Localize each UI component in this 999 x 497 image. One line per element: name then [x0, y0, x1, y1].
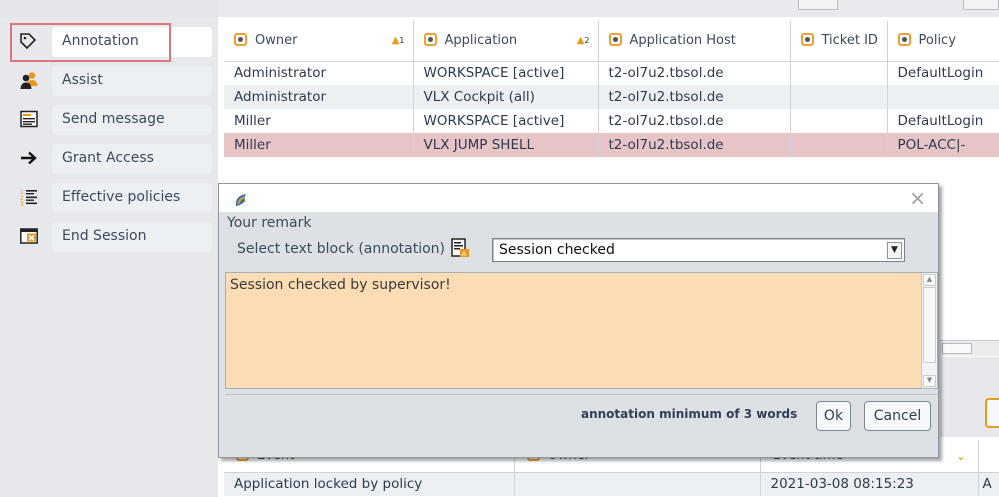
cell-host: t2-ol7u2.tbsol.de	[598, 109, 791, 133]
cell-owner: Miller	[224, 109, 414, 133]
arrow-right-icon	[10, 141, 48, 177]
cell-owner: Administrator	[224, 61, 414, 85]
background-hscrollbar[interactable]	[940, 340, 999, 356]
table-row[interactable]: Administrator VLX Cockpit (all) t2-ol7u2…	[224, 85, 999, 109]
radio-icon	[608, 33, 622, 47]
users-icon	[10, 63, 48, 99]
column-header-application-host[interactable]: Application Host	[598, 21, 791, 62]
table-row[interactable]: Application locked by policy 2021-03-08 …	[224, 472, 999, 496]
action-end-session[interactable]: End Session	[10, 219, 215, 255]
toolbar-button-fragment-2[interactable]	[963, 0, 999, 10]
annotation-highlight-box	[10, 23, 171, 62]
action-effective-policies-label: Effective policies	[52, 183, 212, 213]
scrollbar-thumb[interactable]	[923, 287, 936, 363]
list-icon: 123	[10, 180, 48, 216]
remark-textarea[interactable]: Session checked by supervisor! ▲ ▼	[225, 272, 938, 389]
cell-owner: Administrator	[224, 85, 414, 109]
background-action-button[interactable]	[985, 398, 999, 428]
text-block-select-value: Session checked	[499, 242, 615, 258]
cell-policy: POL-ACC|-	[887, 133, 999, 157]
dialog-footer-divider	[225, 394, 938, 395]
cell-ticket	[790, 85, 888, 109]
cell-application: WORKSPACE [active]	[413, 61, 599, 85]
column-header-application[interactable]: Application ▲2	[413, 21, 599, 62]
dialog-titlebar[interactable]: ×	[219, 184, 938, 212]
chevron-down-icon: ⌄	[956, 450, 966, 463]
cell-ticket	[790, 61, 888, 85]
radio-icon	[234, 33, 247, 47]
cell-policy: DefaultLogin	[887, 109, 999, 133]
text-block-label: Select text block (annotation)	[237, 241, 446, 257]
cell-ticket	[790, 133, 888, 157]
radio-icon	[800, 33, 814, 47]
remark-text: Session checked by supervisor!	[230, 277, 451, 293]
app-logo-icon	[235, 194, 246, 206]
text-block-select[interactable]: Session checked ▼	[492, 238, 905, 262]
sort-asc-icon: ▲2	[576, 35, 590, 46]
word-count-hint: annotation minimum of 3 words	[581, 407, 798, 421]
column-header-owner[interactable]: Owner ▲1	[224, 21, 414, 62]
column-header-extra	[978, 440, 999, 473]
message-icon	[10, 102, 48, 138]
svg-text:A: A	[462, 250, 467, 258]
action-grant-access[interactable]: Grant Access	[10, 141, 215, 177]
cell-event-time: 2021-03-08 08:15:23	[760, 472, 979, 496]
cell-host: t2-ol7u2.tbsol.de	[598, 133, 791, 157]
toolbar-button-fragment[interactable]	[798, 0, 838, 10]
scroll-down-icon[interactable]: ▼	[923, 375, 936, 387]
action-send-message-label: Send message	[52, 105, 212, 135]
scroll-up-icon[interactable]: ▲	[923, 274, 936, 286]
cell-owner: Miller	[224, 133, 414, 157]
table-row[interactable]: Miller WORKSPACE [active] t2-ol7u2.tbsol…	[224, 109, 999, 133]
cell-event-owner	[514, 472, 761, 496]
end-session-icon	[10, 219, 48, 255]
cell-policy	[887, 85, 999, 109]
ok-button[interactable]: Ok	[816, 401, 851, 431]
cancel-button[interactable]: Cancel	[864, 401, 931, 431]
radio-icon	[423, 33, 437, 47]
action-grant-access-label: Grant Access	[52, 144, 212, 174]
cell-ticket	[790, 109, 888, 133]
column-header-ticket-id[interactable]: Ticket ID	[790, 21, 888, 62]
remark-label: Your remark	[227, 215, 312, 231]
action-assist-label: Assist	[52, 66, 212, 96]
column-header-policy[interactable]: Policy	[887, 21, 999, 62]
scrollbar-thumb[interactable]	[942, 343, 972, 354]
cell-policy: DefaultLogin	[887, 61, 999, 85]
radio-icon	[897, 33, 911, 47]
text-block-icon: A	[451, 238, 469, 258]
sessions-table: Owner ▲1 Application ▲2 Application Host T…	[224, 21, 999, 157]
svg-text:3: 3	[20, 201, 24, 206]
table-row-selected[interactable]: Miller VLX JUMP SHELL t2-ol7u2.tbsol.de …	[224, 133, 999, 157]
action-send-message[interactable]: Send message	[10, 102, 215, 138]
action-panel: Annotation Assist Send message Grant Acc…	[0, 0, 218, 497]
cell-event: Application locked by policy	[224, 472, 515, 496]
cell-application: VLX JUMP SHELL	[413, 133, 599, 157]
cell-extra: A	[978, 472, 999, 496]
cell-host: t2-ol7u2.tbsol.de	[598, 61, 791, 85]
chevron-down-icon[interactable]: ▼	[887, 242, 902, 259]
sessions-header-row: Owner ▲1 Application ▲2 Application Host T…	[224, 21, 999, 62]
action-panel-top-strip	[0, 0, 218, 17]
toolbar-strip	[218, 0, 999, 17]
action-effective-policies[interactable]: 123 Effective policies	[10, 180, 215, 216]
cell-host: t2-ol7u2.tbsol.de	[598, 85, 791, 109]
action-assist[interactable]: Assist	[10, 63, 215, 99]
sort-asc-icon: ▲1	[391, 35, 405, 46]
remark-scrollbar[interactable]: ▲ ▼	[921, 273, 937, 388]
table-row[interactable]: Administrator WORKSPACE [active] t2-ol7u…	[224, 61, 999, 85]
close-icon[interactable]: ×	[909, 188, 926, 208]
annotation-dialog: × Your remark Select text block (annotat…	[218, 183, 939, 458]
cell-application: WORKSPACE [active]	[413, 109, 599, 133]
cell-application: VLX Cockpit (all)	[413, 85, 599, 109]
action-end-session-label: End Session	[52, 222, 212, 252]
